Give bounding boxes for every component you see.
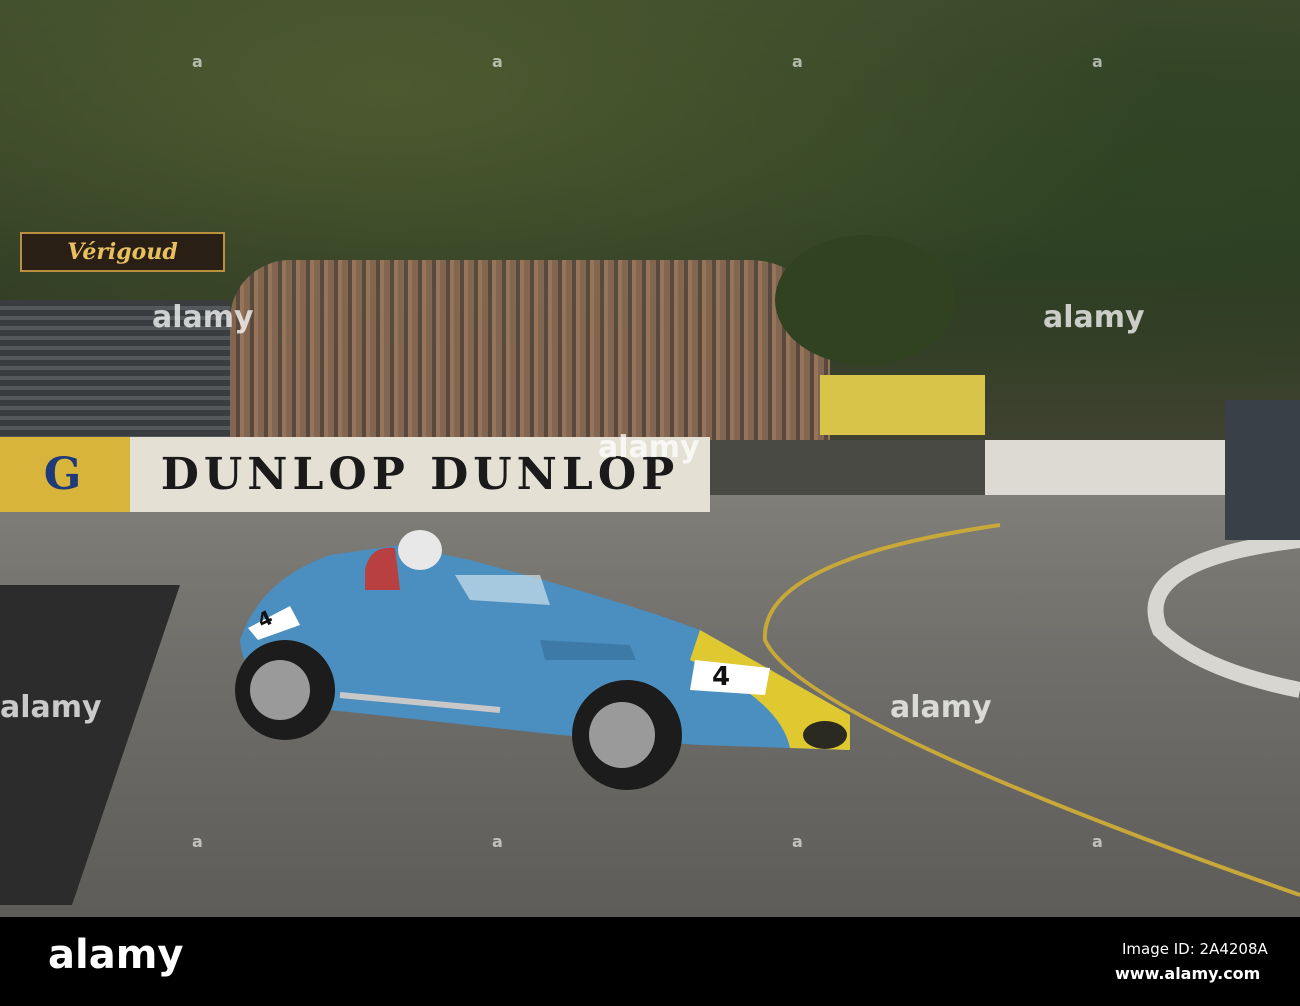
watermark: alamy xyxy=(0,690,102,725)
watermark: alamy xyxy=(598,430,700,465)
watermark: alamy xyxy=(152,300,254,335)
watermark: alamy xyxy=(1043,300,1145,335)
alamy-url: www.alamy.com xyxy=(1115,964,1261,983)
yellow-road-line xyxy=(762,523,1300,897)
watermark-mark: a xyxy=(192,832,203,851)
image-id: Image ID: 2A4208A xyxy=(1122,940,1268,958)
watermark-mark: a xyxy=(492,52,503,71)
watermark: alamy xyxy=(890,690,992,725)
race-photo: Vérigoud G DUNLOP DUNLOP 4 4 alamy alamy… xyxy=(0,0,1300,917)
watermark-mark: a xyxy=(1092,832,1103,851)
watermark-mark: a xyxy=(792,52,803,71)
truck xyxy=(1225,400,1300,540)
footer-bar xyxy=(0,917,1300,1006)
car-number: 4 xyxy=(712,662,731,692)
watermark-mark: a xyxy=(1092,52,1103,71)
watermark-mark: a xyxy=(792,832,803,851)
watermark-mark: a xyxy=(192,52,203,71)
curb xyxy=(1147,532,1300,698)
alamy-logo: alamy xyxy=(48,932,184,978)
watermark-mark: a xyxy=(492,832,503,851)
driver-helmet xyxy=(398,530,442,570)
race-car xyxy=(235,530,850,790)
